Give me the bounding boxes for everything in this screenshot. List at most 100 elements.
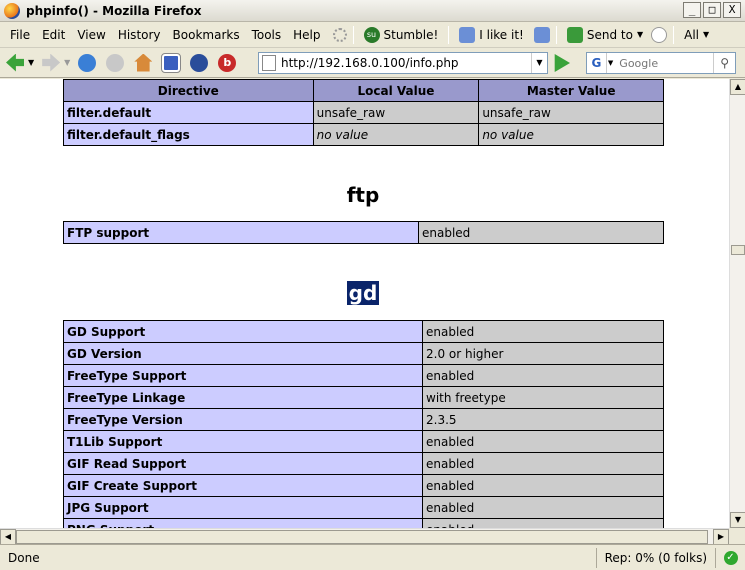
reload-icon[interactable] <box>78 53 97 72</box>
horizontal-scroll-thumb[interactable] <box>16 530 708 544</box>
scroll-thumb[interactable] <box>731 245 745 255</box>
header-directive: Directive <box>63 79 314 102</box>
screen-icon[interactable] <box>161 52 182 73</box>
url-dropdown-icon[interactable]: ▼ <box>531 53 547 73</box>
status-bar: Done Rep: 0% (0 folks) ✓ <box>0 544 745 570</box>
home-icon[interactable] <box>134 53 153 72</box>
scroll-left-icon[interactable]: ◀ <box>0 529 16 545</box>
url-bar[interactable]: http://192.168.0.100/info.php ▼ <box>258 52 548 74</box>
minimize-button[interactable]: _ <box>683 2 701 18</box>
gd-row-name: T1Lib Support <box>63 430 423 453</box>
gd-row-value: enabled <box>422 474 664 497</box>
gd-row-name: JPG Support <box>63 496 423 519</box>
menu-help[interactable]: Help <box>287 28 326 42</box>
send-to-icon <box>566 26 583 43</box>
status-text: Done <box>8 550 40 565</box>
stumble-button[interactable]: su Stumble! <box>360 26 443 43</box>
master-value: unsafe_raw <box>478 101 664 124</box>
menu-tools[interactable]: Tools <box>246 28 288 42</box>
table-row: filter.default unsafe_raw unsafe_raw <box>63 101 664 124</box>
rep-status[interactable]: Rep: 0% (0 folks) <box>595 547 715 568</box>
like-button[interactable]: I like it! <box>455 26 528 43</box>
gd-row-name: GD Support <box>63 320 423 343</box>
back-arrow-icon[interactable] <box>6 53 24 72</box>
gd-row-value: with freetype <box>422 386 664 409</box>
chevron-down-icon: ▼ <box>636 30 644 39</box>
master-value: no value <box>478 123 664 146</box>
stop-icon[interactable] <box>106 53 125 72</box>
table-row: GD Support enabled <box>63 320 664 343</box>
table-row: FTP support enabled <box>63 221 664 244</box>
stumble-label: Stumble! <box>383 27 439 42</box>
menu-bar: File Edit View History Bookmarks Tools H… <box>0 22 745 48</box>
section-heading-gd: gd <box>63 281 663 305</box>
search-icon[interactable]: ⚲ <box>713 53 735 73</box>
gd-row-value: enabled <box>422 452 664 475</box>
gd-row-value: enabled <box>422 320 664 343</box>
window-controls: _ □ X <box>683 2 741 18</box>
header-master-value: Master Value <box>478 79 664 102</box>
back-history-icon[interactable]: ▼ <box>28 58 34 67</box>
table-row: GIF Create Support enabled <box>63 474 664 497</box>
local-value: no value <box>312 123 480 146</box>
directive-name: filter.default <box>63 101 314 124</box>
gd-row-value: enabled <box>422 496 664 519</box>
b-icon[interactable]: b <box>218 53 237 72</box>
table-header-row: Directive Local Value Master Value <box>63 79 664 102</box>
url-text: http://192.168.0.100/info.php <box>281 56 459 70</box>
menu-edit[interactable]: Edit <box>36 28 71 42</box>
gd-row-value: enabled <box>422 364 664 387</box>
speech-bubble-icon[interactable] <box>651 26 668 43</box>
maximize-button[interactable]: □ <box>703 2 721 18</box>
forward-history-icon[interactable]: ▼ <box>64 58 70 67</box>
window-title: phpinfo() - Mozilla Firefox <box>26 3 202 18</box>
send-to-button[interactable]: Send to ▼ <box>563 26 647 43</box>
filter-table: Directive Local Value Master Value filte… <box>63 79 664 146</box>
thumbs-down-icon[interactable] <box>533 26 550 43</box>
page-content: Directive Local Value Master Value filte… <box>0 79 729 528</box>
stumbleupon-icon: su <box>363 26 380 43</box>
ftp-table: FTP support enabled <box>63 221 664 244</box>
gd-row-name: GIF Create Support <box>63 474 423 497</box>
search-box[interactable]: G ▼ ⚲ <box>586 52 736 74</box>
menu-view[interactable]: View <box>71 28 111 42</box>
horizontal-scrollbar[interactable]: ◀ ▶ <box>0 528 729 545</box>
gd-row-name: FreeType Support <box>63 364 423 387</box>
toolbar-separator <box>448 25 450 44</box>
ftp-row-value: enabled <box>418 221 664 244</box>
toolbar-separator <box>352 25 354 44</box>
gd-row-value: enabled <box>422 430 664 453</box>
gd-row-value: enabled <box>422 518 664 528</box>
table-row: FreeType Linkage with freetype <box>63 386 664 409</box>
local-value: unsafe_raw <box>312 101 480 124</box>
firefox-icon <box>4 2 20 19</box>
status-ok-area[interactable]: ✓ <box>715 547 745 568</box>
gd-title: gd <box>346 281 380 305</box>
chevron-down-icon: ▼ <box>703 30 710 39</box>
all-dropdown[interactable]: All ▼ <box>680 28 713 42</box>
menu-file[interactable]: File <box>4 28 36 42</box>
like-label: I like it! <box>479 27 524 42</box>
search-engine-icon[interactable]: G <box>587 53 607 73</box>
gd-row-name: PNG Support <box>63 518 423 528</box>
menu-history[interactable]: History <box>112 28 167 42</box>
send-to-label: Send to <box>586 27 633 42</box>
chevron-down-icon[interactable]: ▼ <box>608 59 613 67</box>
vertical-scrollbar[interactable]: ▲ ▼ <box>729 79 745 528</box>
gear-icon[interactable] <box>190 53 209 72</box>
page-icon <box>262 55 276 71</box>
scroll-right-icon[interactable]: ▶ <box>713 529 729 545</box>
ftp-row-name: FTP support <box>63 221 419 244</box>
gd-row-name: FreeType Version <box>63 408 423 431</box>
close-button[interactable]: X <box>723 2 741 18</box>
header-local-value: Local Value <box>312 79 480 102</box>
thumbs-up-icon <box>459 26 476 43</box>
scroll-up-icon[interactable]: ▲ <box>730 79 745 95</box>
section-heading-ftp: ftp <box>63 183 663 207</box>
forward-arrow-icon[interactable] <box>42 53 61 72</box>
scroll-down-icon[interactable]: ▼ <box>730 512 745 528</box>
table-row: T1Lib Support enabled <box>63 430 664 453</box>
menu-bookmarks[interactable]: Bookmarks <box>167 28 246 42</box>
table-row: PNG Supportenabled <box>63 518 664 528</box>
search-input[interactable] <box>617 55 714 71</box>
